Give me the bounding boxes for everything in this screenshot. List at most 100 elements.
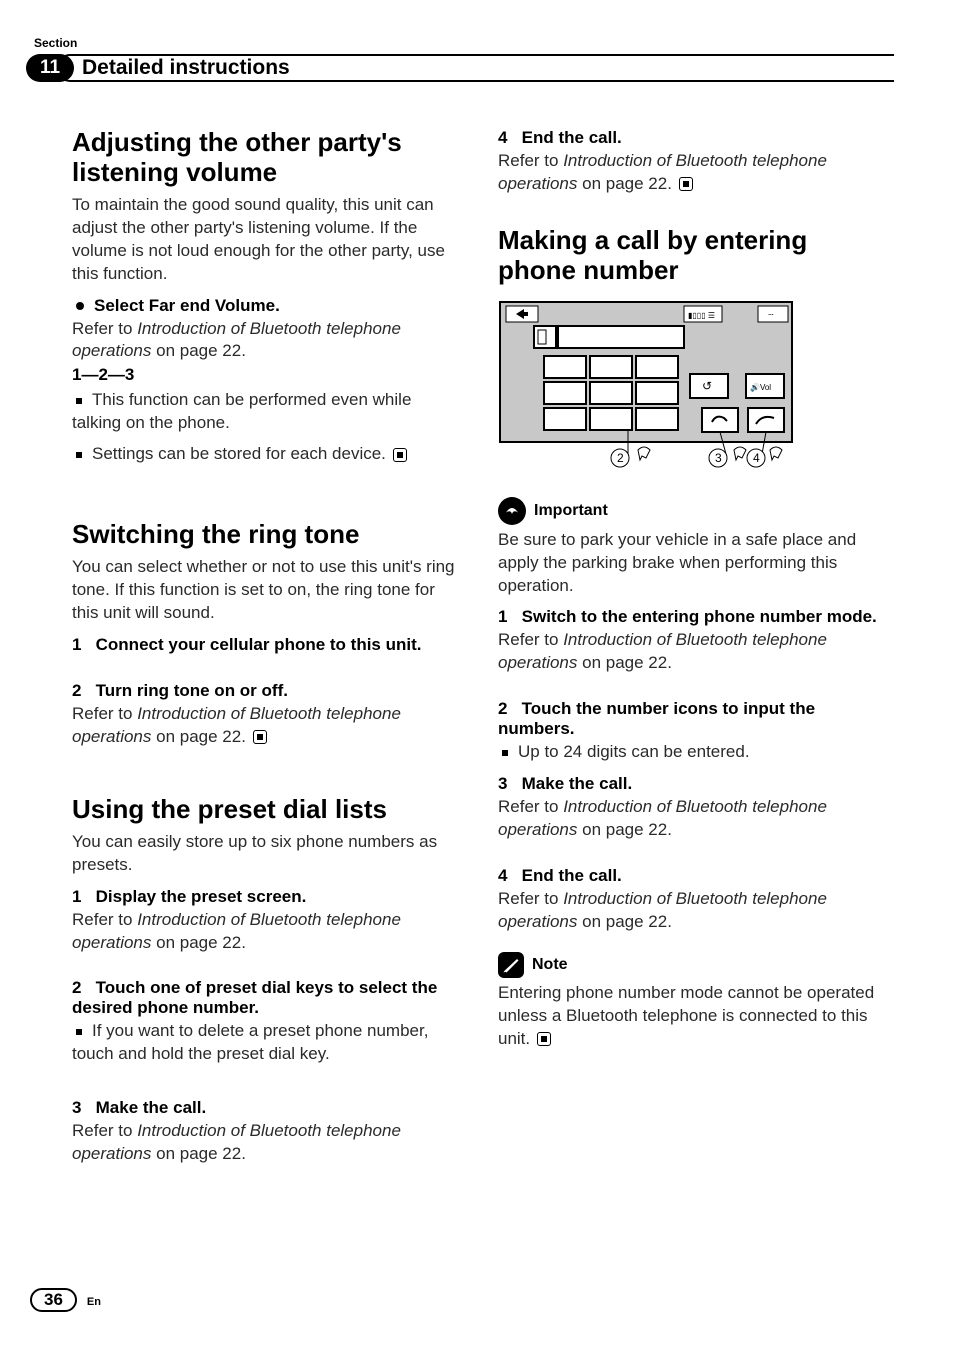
step-text: End the call.	[522, 128, 622, 147]
bullet-item: Up to 24 digits can be entered.	[498, 741, 886, 764]
callout-4: 4	[753, 451, 760, 465]
text: on page 22.	[577, 820, 672, 839]
reference-text: Refer to Introduction of Bluetooth telep…	[72, 1120, 460, 1166]
bullet-item: This function can be performed even whil…	[72, 389, 460, 435]
square-bullet-icon	[76, 398, 82, 404]
svg-text:🔊Vol: 🔊Vol	[750, 382, 771, 392]
step-text: Make the call.	[522, 774, 633, 793]
step-4: 4 End the call.	[498, 866, 886, 886]
text: on page 22.	[151, 1144, 246, 1163]
step-number: 2	[72, 978, 81, 997]
text: on page 22.	[577, 174, 672, 193]
end-mark-icon	[537, 1032, 551, 1046]
step-number: 2	[498, 699, 507, 718]
important-callout: Important	[498, 497, 886, 525]
reference-text: Refer to Introduction of Bluetooth telep…	[72, 318, 460, 364]
text: Refer to	[498, 889, 563, 908]
square-bullet-icon	[76, 452, 82, 458]
step-number: 1	[72, 635, 81, 654]
text: Refer to	[72, 1121, 137, 1140]
step-3: 3 Make the call.	[498, 774, 886, 794]
callout-2: 2	[617, 451, 624, 465]
reference-text: Refer to Introduction of Bluetooth telep…	[72, 703, 460, 749]
page-footer: 36 En	[30, 1288, 101, 1312]
reference-text: Refer to Introduction of Bluetooth telep…	[498, 629, 886, 675]
svg-text:↺: ↺	[702, 379, 712, 393]
step-3: 3 Make the call.	[72, 1098, 460, 1118]
step-text: Touch the number icons to input the numb…	[498, 699, 815, 738]
bullet-item: Settings can be stored for each device.	[72, 443, 460, 466]
text: Refer to	[72, 704, 137, 723]
dialpad-diagram: ▮▯▯▯ ☰ ⵈ ↺ 🔊Vol	[498, 300, 794, 470]
page-header: 11 Detailed instructions	[26, 54, 894, 82]
step-number: 4	[498, 128, 507, 147]
step-number: 1	[72, 887, 81, 906]
text: on page 22.	[577, 912, 672, 931]
section-number-badge: 11	[26, 54, 74, 82]
paragraph: To maintain the good sound quality, this…	[72, 194, 460, 286]
text: Settings can be stored for each device.	[92, 444, 386, 463]
end-mark-icon	[253, 730, 267, 744]
heading-adjusting-volume: Adjusting the other party's listening vo…	[72, 128, 460, 188]
section-title: Detailed instructions	[82, 56, 290, 80]
right-column: 4 End the call. Refer to Introduction of…	[498, 128, 886, 1166]
square-bullet-icon	[502, 750, 508, 756]
text: on page 22.	[151, 341, 246, 360]
text: This function can be performed even whil…	[72, 390, 411, 432]
text: Refer to	[498, 630, 563, 649]
section-title-wrap: Detailed instructions	[56, 54, 894, 82]
text: Refer to	[72, 910, 137, 929]
text: Refer to	[498, 151, 563, 170]
svg-text:▮▯▯▯ ☰: ▮▯▯▯ ☰	[688, 311, 715, 320]
note-callout: Note	[498, 952, 886, 978]
reference-text: Refer to Introduction of Bluetooth telep…	[498, 150, 886, 196]
end-mark-icon	[679, 177, 693, 191]
step-number: 3	[498, 774, 507, 793]
step-text: Connect your cellular phone to this unit…	[96, 635, 422, 654]
step-2: 2 Touch one of preset dial keys to selec…	[72, 978, 460, 1018]
step-text: Touch one of preset dial keys to select …	[72, 978, 437, 1017]
level-indicator: 1—2—3	[72, 365, 460, 385]
paragraph: You can easily store up to six phone num…	[72, 831, 460, 877]
reference-text: Refer to Introduction of Bluetooth telep…	[498, 796, 886, 842]
step-select-far-end: Select Far end Volume.	[72, 296, 460, 316]
step-text: Switch to the entering phone number mode…	[522, 607, 877, 626]
text: Refer to	[498, 797, 563, 816]
step-number: 2	[72, 681, 81, 700]
step-text: End the call.	[522, 866, 622, 885]
important-label: Important	[534, 502, 608, 520]
step-1: 1 Switch to the entering phone number mo…	[498, 607, 886, 627]
text: on page 22.	[151, 727, 246, 746]
step-number: 1	[498, 607, 507, 626]
heading-enter-phone-number: Making a call by entering phone number	[498, 226, 886, 286]
bullet-item: If you want to delete a preset phone num…	[72, 1020, 460, 1066]
note-text: Entering phone number mode cannot be ope…	[498, 982, 886, 1051]
reference-text: Refer to Introduction of Bluetooth telep…	[72, 909, 460, 955]
heading-ring-tone: Switching the ring tone	[72, 520, 460, 550]
step-text: Select Far end Volume.	[94, 296, 280, 315]
step-2: 2 Turn ring tone on or off.	[72, 681, 460, 701]
step-text: Turn ring tone on or off.	[96, 681, 288, 700]
text: If you want to delete a preset phone num…	[72, 1021, 428, 1063]
reference-text: Refer to Introduction of Bluetooth telep…	[498, 888, 886, 934]
end-mark-icon	[393, 448, 407, 462]
step-text: Display the preset screen.	[96, 887, 307, 906]
page-number-badge: 36	[30, 1288, 77, 1312]
step-2: 2 Touch the number icons to input the nu…	[498, 699, 886, 739]
heading-preset-dial: Using the preset dial lists	[72, 795, 460, 825]
note-label: Note	[532, 956, 568, 974]
callout-3: 3	[715, 451, 722, 465]
svg-text:ⵈ: ⵈ	[768, 310, 774, 320]
important-icon	[498, 497, 526, 525]
text: Up to 24 digits can be entered.	[518, 742, 750, 761]
text: Entering phone number mode cannot be ope…	[498, 983, 874, 1048]
note-icon	[498, 952, 524, 978]
left-column: Adjusting the other party's listening vo…	[72, 128, 460, 1166]
paragraph: You can select whether or not to use thi…	[72, 556, 460, 625]
step-1: 1 Display the preset screen.	[72, 887, 460, 907]
square-bullet-icon	[76, 1029, 82, 1035]
bullet-icon	[76, 302, 84, 310]
text: on page 22.	[577, 653, 672, 672]
text: Refer to	[72, 319, 137, 338]
step-number: 3	[72, 1098, 81, 1117]
